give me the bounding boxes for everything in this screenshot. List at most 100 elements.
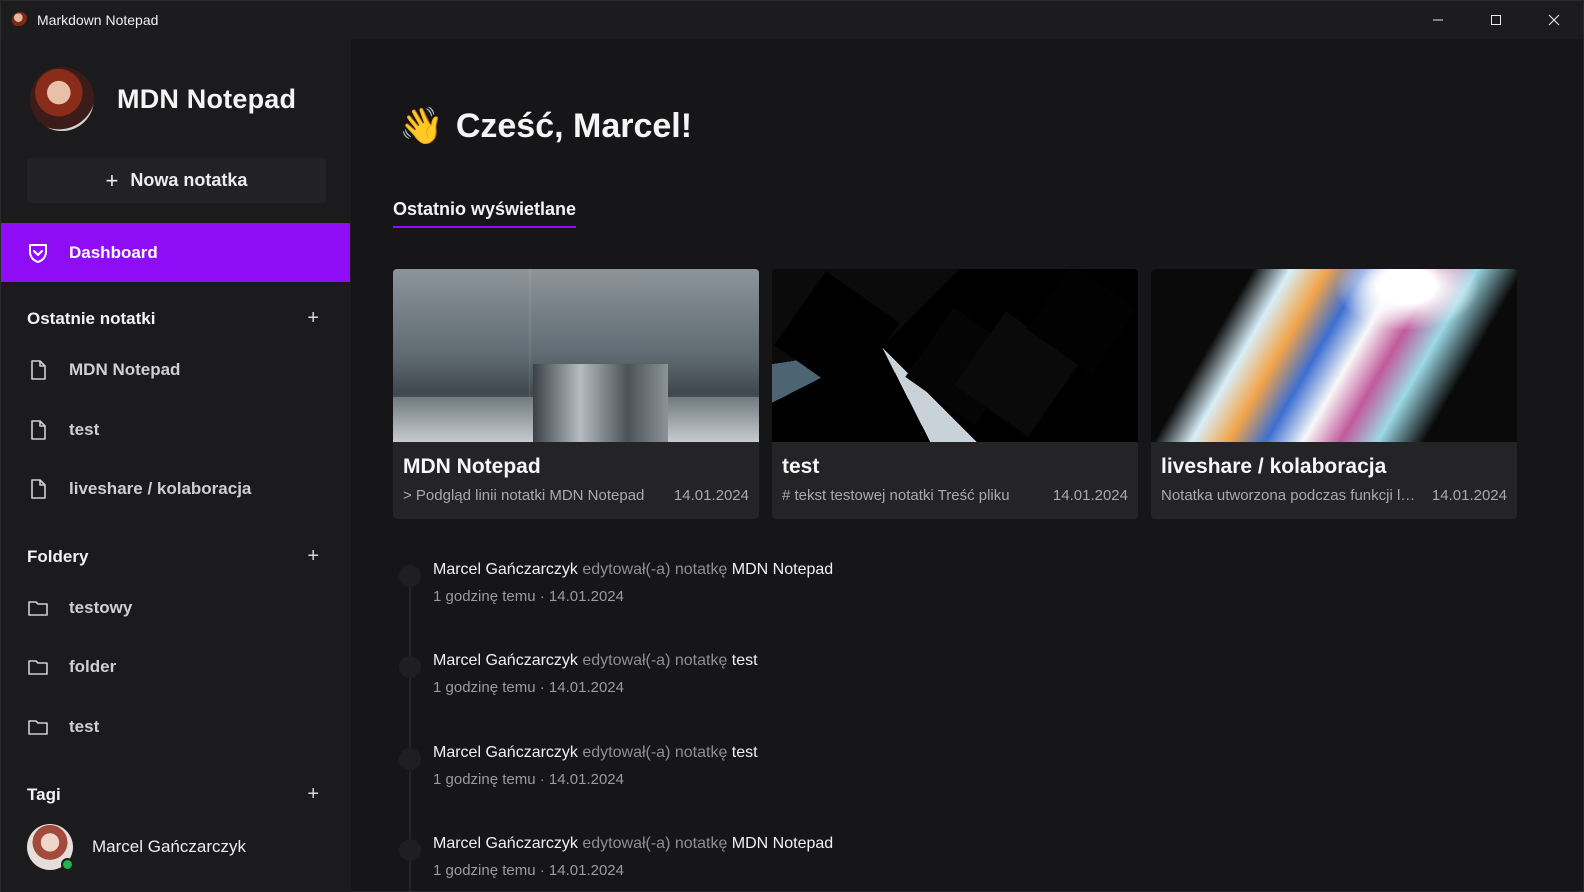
- relative-time: 1 godzinę temu: [433, 588, 536, 605]
- activity-time: 1 godzinę temu · 14.01.2024: [433, 862, 624, 879]
- separator: ·: [539, 771, 545, 788]
- activity-user: Marcel Gańczarczyk: [433, 652, 578, 669]
- folder-icon: [28, 720, 48, 735]
- activity-action: edytował(-a) notatkę: [582, 744, 728, 761]
- add-recent-note-button[interactable]: +: [307, 307, 319, 330]
- main-content: 👋 Cześć, Marcel! Ostatnio wyświetlane MD…: [351, 39, 1583, 891]
- page-title: Cześć, Marcel!: [455, 106, 693, 145]
- thumbnail-shape: [774, 271, 900, 397]
- activity-time: 1 godzinę temu · 14.01.2024: [433, 588, 624, 605]
- close-icon: [1548, 14, 1560, 26]
- recent-note-item[interactable]: liveshare / kolaboracja: [27, 478, 251, 500]
- tags-header: Tagi +: [27, 783, 325, 806]
- card-title: liveshare / kolaboracja: [1161, 455, 1387, 478]
- avatar: [27, 824, 74, 871]
- folder-item[interactable]: testowy: [27, 597, 132, 619]
- recent-note-item[interactable]: test: [27, 419, 99, 441]
- card-meta: # tekst testowej notatki Treść pliku 14.…: [782, 487, 1128, 504]
- timeline-dot: [399, 748, 421, 770]
- new-note-button[interactable]: + Nowa notatka: [27, 158, 326, 203]
- add-folder-button[interactable]: +: [307, 545, 319, 568]
- folder-item[interactable]: folder: [27, 656, 116, 678]
- user-profile[interactable]: Marcel Gańczarczyk: [27, 824, 246, 871]
- file-icon: [31, 420, 46, 440]
- activity-text: Marcel Gańczarczyk edytował(-a) notatkę …: [433, 835, 833, 853]
- activity-note-link[interactable]: MDN Notepad: [732, 561, 833, 578]
- window-title: Markdown Notepad: [37, 12, 159, 28]
- card-thumbnail: [1151, 269, 1517, 442]
- activity-date: 14.01.2024: [548, 679, 624, 696]
- nav-item-label: Dashboard: [69, 242, 158, 262]
- thumbnail-cube: [533, 364, 668, 442]
- new-note-label: Nowa notatka: [130, 170, 248, 190]
- maximize-icon: [1491, 15, 1501, 25]
- card-meta: > Podgląd linii notatki MDN Notepad 14.0…: [403, 487, 749, 504]
- add-tag-button[interactable]: +: [307, 783, 319, 806]
- recent-notes-header: Ostatnie notatki +: [27, 307, 325, 330]
- brand-avatar: [30, 67, 94, 131]
- timeline-dot: [399, 839, 421, 861]
- brand-name: MDN Notepad: [117, 83, 297, 114]
- separator: ·: [539, 679, 545, 696]
- close-button[interactable]: [1525, 1, 1583, 39]
- card-preview: # tekst testowej notatki Treść pliku: [782, 487, 1010, 504]
- recent-note-item[interactable]: MDN Notepad: [27, 359, 180, 381]
- card-date: 14.01.2024: [1431, 487, 1507, 504]
- minimize-icon: [1433, 19, 1443, 21]
- activity-note-link[interactable]: test: [732, 744, 758, 761]
- note-label: test: [69, 420, 100, 439]
- card-preview: > Podgląd linii notatki MDN Notepad: [403, 487, 645, 504]
- activity-time: 1 godzinę temu · 14.01.2024: [433, 771, 624, 788]
- note-label: liveshare / kolaboracja: [69, 479, 252, 498]
- activity-text: Marcel Gańczarczyk edytował(-a) notatkę …: [433, 652, 758, 670]
- card-title: MDN Notepad: [403, 455, 541, 478]
- greeting: 👋 Cześć, Marcel!: [399, 105, 692, 147]
- activity-date: 14.01.2024: [548, 588, 624, 605]
- dashboard-icon: [29, 243, 47, 263]
- app-icon: [12, 12, 28, 28]
- maximize-button[interactable]: [1467, 1, 1525, 39]
- activity-user: Marcel Gańczarczyk: [433, 744, 578, 761]
- activity-date: 14.01.2024: [548, 862, 624, 879]
- plus-icon: +: [105, 167, 119, 193]
- note-label: MDN Notepad: [69, 360, 181, 379]
- separator: ·: [539, 862, 545, 879]
- folder-item[interactable]: test: [27, 716, 99, 738]
- folder-label: testowy: [69, 598, 133, 617]
- nav-item-dashboard[interactable]: Dashboard: [1, 223, 350, 282]
- activity-time: 1 godzinę temu · 14.01.2024: [433, 679, 624, 696]
- activity-action: edytował(-a) notatkę: [582, 652, 728, 669]
- activity-note-link[interactable]: MDN Notepad: [732, 835, 833, 852]
- sidebar: MDN Notepad + Nowa notatka Dashboard Ost…: [1, 39, 351, 892]
- file-icon: [31, 479, 46, 499]
- activity-note-link[interactable]: test: [732, 652, 758, 669]
- app-window: Markdown Notepad MDN Notepad + Nowa nota…: [0, 0, 1584, 892]
- activity-action: edytował(-a) notatkę: [582, 835, 728, 852]
- note-card[interactable]: liveshare / kolaboracja Notatka utworzon…: [1151, 269, 1517, 519]
- folders-header: Foldery +: [27, 545, 325, 568]
- online-status-indicator: [61, 858, 74, 871]
- note-card[interactable]: test # tekst testowej notatki Treść plik…: [772, 269, 1138, 519]
- recent-cards: MDN Notepad > Podgląd linii notatki MDN …: [393, 269, 1517, 519]
- activity-date: 14.01.2024: [548, 771, 624, 788]
- folder-label: folder: [69, 657, 117, 676]
- card-thumbnail: [393, 269, 759, 442]
- section-title: Foldery: [27, 546, 89, 566]
- relative-time: 1 godzinę temu: [433, 862, 536, 879]
- separator: ·: [539, 588, 545, 605]
- note-card[interactable]: MDN Notepad > Podgląd linii notatki MDN …: [393, 269, 759, 519]
- minimize-button[interactable]: [1409, 1, 1467, 39]
- card-meta: Notatka utworzona podczas funkcji livesh…: [1161, 487, 1507, 504]
- folder-icon: [28, 601, 48, 616]
- timeline-dot: [399, 565, 421, 587]
- brand: MDN Notepad: [30, 67, 296, 131]
- file-icon: [31, 360, 46, 380]
- title-bar[interactable]: Markdown Notepad: [1, 1, 1583, 39]
- section-title: Ostatnie notatki: [27, 308, 156, 328]
- tab-recently-viewed[interactable]: Ostatnio wyświetlane: [393, 199, 577, 228]
- user-name: Marcel Gańczarczyk: [92, 837, 246, 856]
- section-title: Tagi: [27, 784, 61, 804]
- folder-label: test: [69, 717, 100, 736]
- window-controls: [1409, 1, 1583, 39]
- folder-icon: [28, 660, 48, 675]
